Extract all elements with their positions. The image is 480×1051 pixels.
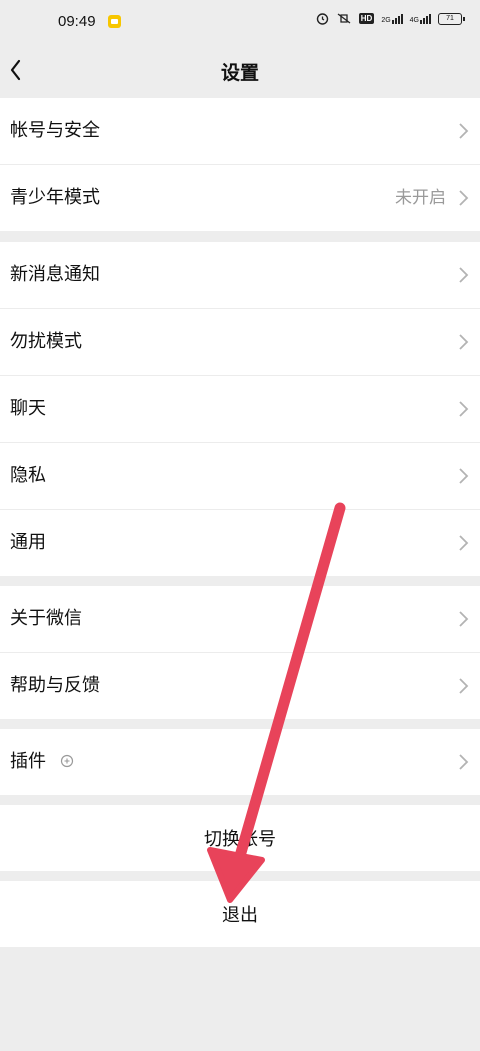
chevron-right-icon bbox=[459, 190, 469, 206]
settings-item-label: 关于微信 bbox=[10, 608, 82, 629]
settings-item-privacy[interactable]: 隐私 bbox=[0, 443, 480, 510]
settings-item-label: 勿扰模式 bbox=[10, 331, 82, 352]
settings-group-general: 新消息通知 勿扰模式 聊天 隐私 通用 bbox=[0, 242, 480, 576]
notification-app-icon bbox=[108, 15, 121, 28]
chevron-right-icon bbox=[459, 754, 469, 770]
settings-item-label: 插件 bbox=[10, 751, 46, 772]
alarm-icon bbox=[316, 13, 328, 25]
settings-item-label: 隐私 bbox=[10, 465, 46, 486]
settings-group-plugins: 插件 bbox=[0, 729, 480, 795]
network-2g-label: 2G bbox=[381, 13, 403, 24]
settings-item-teen-mode[interactable]: 青少年模式 未开启 bbox=[0, 165, 480, 231]
settings-group-account: 帐号与安全 青少年模式 未开启 bbox=[0, 98, 480, 231]
chevron-right-icon bbox=[459, 334, 469, 350]
settings-group-about: 关于微信 帮助与反馈 bbox=[0, 586, 480, 719]
settings-item-do-not-disturb[interactable]: 勿扰模式 bbox=[0, 309, 480, 376]
settings-item-plugins[interactable]: 插件 bbox=[0, 729, 480, 795]
chevron-right-icon bbox=[459, 267, 469, 283]
settings-item-about-wechat[interactable]: 关于微信 bbox=[0, 586, 480, 653]
signal-icon bbox=[391, 13, 403, 24]
settings-item-label: 青少年模式 bbox=[10, 187, 100, 208]
switch-account-button[interactable]: 切换帐号 bbox=[0, 805, 480, 871]
settings-item-label: 帐号与安全 bbox=[10, 120, 100, 141]
settings-item-label: 聊天 bbox=[10, 398, 46, 419]
logout-section: 退出 bbox=[0, 881, 480, 947]
settings-item-chat[interactable]: 聊天 bbox=[0, 376, 480, 443]
chevron-right-icon bbox=[459, 468, 469, 484]
chevron-right-icon bbox=[459, 535, 469, 551]
chevron-right-icon bbox=[459, 401, 469, 417]
settings-item-label: 通用 bbox=[10, 532, 46, 553]
nav-bar: 设置 bbox=[0, 44, 480, 98]
settings-item-help-feedback[interactable]: 帮助与反馈 bbox=[0, 653, 480, 719]
settings-item-general[interactable]: 通用 bbox=[0, 510, 480, 576]
status-bar: 09:49 HD 2G 4G 71 bbox=[0, 0, 480, 44]
plugin-badge-icon bbox=[60, 754, 74, 768]
settings-item-label: 新消息通知 bbox=[10, 264, 100, 285]
settings-item-account-security[interactable]: 帐号与安全 bbox=[0, 98, 480, 165]
logout-button[interactable]: 退出 bbox=[0, 881, 480, 947]
chevron-right-icon bbox=[459, 678, 469, 694]
page-title: 设置 bbox=[220, 62, 259, 84]
status-time: 09:49 bbox=[58, 13, 96, 30]
signal-icon bbox=[420, 13, 431, 24]
switch-account-section: 切换帐号 bbox=[0, 805, 480, 871]
settings-item-label: 帮助与反馈 bbox=[10, 675, 100, 696]
vibrate-mute-icon bbox=[337, 13, 351, 24]
settings-item-notifications[interactable]: 新消息通知 bbox=[0, 242, 480, 309]
chevron-right-icon bbox=[459, 123, 469, 139]
status-icons: HD 2G 4G 71 bbox=[316, 12, 465, 25]
network-4g-label: 4G bbox=[410, 13, 431, 24]
battery-icon: 71 bbox=[438, 12, 465, 25]
chevron-right-icon bbox=[459, 611, 469, 627]
hd-badge: HD bbox=[358, 13, 375, 24]
teen-mode-status: 未开启 bbox=[395, 188, 446, 208]
